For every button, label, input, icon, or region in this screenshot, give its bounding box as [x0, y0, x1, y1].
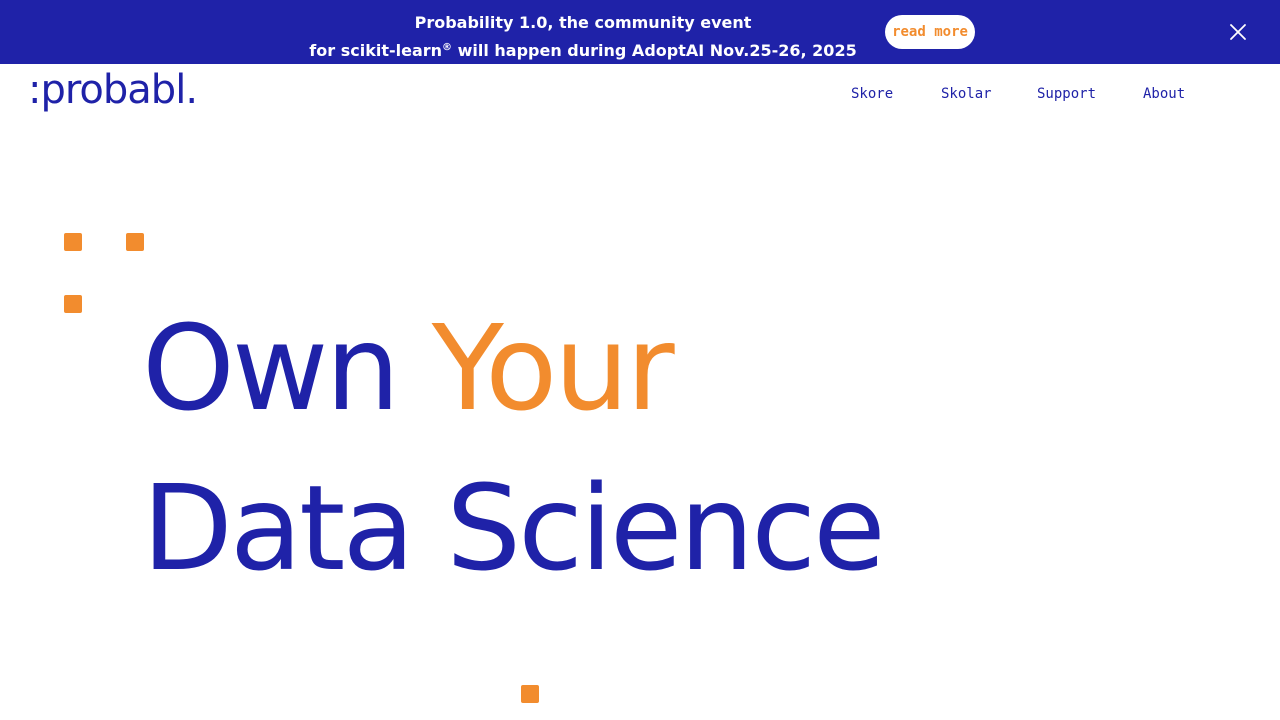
- decorative-square: [126, 233, 144, 251]
- announcement-banner: Probability 1.0, the community event for…: [0, 0, 1280, 64]
- read-more-button[interactable]: read more: [885, 15, 975, 49]
- hero-title-line-1: Own Your: [142, 298, 675, 438]
- banner-line-2: for scikit-learn® will happen during Ado…: [0, 37, 1166, 65]
- banner-line-2-start: for scikit-learn: [309, 41, 443, 60]
- nav-item-about[interactable]: About: [1143, 82, 1185, 106]
- close-banner-button[interactable]: [1226, 20, 1250, 44]
- hero-word-own: Own: [142, 299, 400, 437]
- close-icon: [1230, 24, 1246, 40]
- nav-item-skore[interactable]: Skore: [851, 82, 893, 106]
- hero-word-your: Your: [431, 299, 675, 437]
- banner-line-1: Probability 1.0, the community event: [414, 13, 752, 32]
- registered-mark: ®: [442, 42, 453, 53]
- banner-message: Probability 1.0, the community event for…: [0, 9, 1166, 65]
- nav-item-skolar[interactable]: Skolar: [941, 82, 992, 106]
- banner-line-2-end: will happen during AdoptAI Nov.25-26, 20…: [452, 41, 857, 60]
- decorative-square: [64, 233, 82, 251]
- decorative-square: [521, 685, 539, 703]
- nav-item-support[interactable]: Support: [1037, 82, 1096, 106]
- main-nav: Skore Skolar Support About: [0, 82, 1280, 106]
- hero-title-line-2: Data Science: [142, 459, 886, 597]
- decorative-square: [64, 295, 82, 313]
